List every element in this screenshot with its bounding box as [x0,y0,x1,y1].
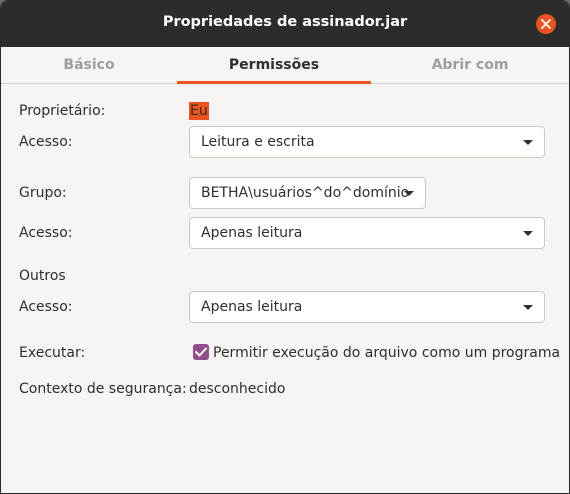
chevron-down-icon [523,140,533,145]
tab-permissions[interactable]: Permissões [177,47,371,84]
group-access-value: Apenas leitura [201,225,303,241]
owner-label: Proprietário: [19,103,106,119]
group-access-dropdown[interactable]: Apenas leitura [189,217,545,249]
owner-value: Eu [189,102,209,120]
tab-bar: Básico Permissões Abrir com [1,47,569,84]
execute-label: Executar: [19,345,86,361]
others-access-value: Apenas leitura [201,299,303,315]
properties-dialog: Propriedades de assinador.jar Básico Per… [0,0,570,494]
close-button[interactable] [536,14,556,34]
group-value: BETHA\usuários^do^domínio [201,185,410,201]
others-label: Outros [19,268,66,284]
owner-access-label: Acesso: [19,134,73,150]
execute-checkbox-label[interactable]: Permitir execução do arquivo como um pro… [213,345,560,361]
title-bar[interactable]: Propriedades de assinador.jar [1,1,569,47]
security-context-label: Contexto de segurança: [19,381,187,397]
tab-open-with[interactable]: Abrir com [371,47,569,83]
group-label: Grupo: [19,185,67,201]
owner-access-value: Leitura e escrita [201,134,315,150]
chevron-down-icon [523,305,533,310]
tab-basic[interactable]: Básico [1,47,177,83]
owner-access-dropdown[interactable]: Leitura e escrita [189,126,545,158]
group-dropdown[interactable]: BETHA\usuários^do^domínio [189,177,426,209]
others-access-label: Acesso: [19,299,73,315]
execute-checkbox[interactable] [193,344,209,360]
chevron-down-icon [404,191,414,196]
others-access-dropdown[interactable]: Apenas leitura [189,291,545,323]
window-title: Propriedades de assinador.jar [162,14,408,30]
security-context-value: desconhecido [189,381,286,397]
close-icon [541,19,551,29]
checkmark-icon [195,347,207,357]
chevron-down-icon [523,231,533,236]
group-access-label: Acesso: [19,225,73,241]
